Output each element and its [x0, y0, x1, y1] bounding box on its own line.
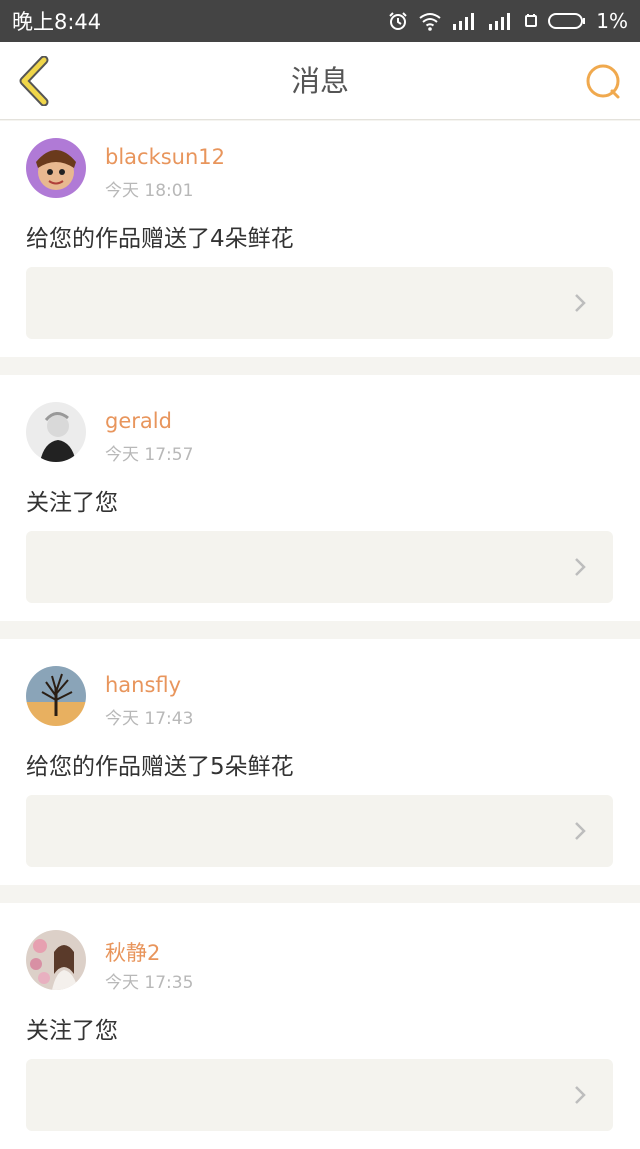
- message-card: blacksun12 今天 18:01 给您的作品赠送了4朵鲜花: [0, 121, 640, 357]
- message-time: 今天 18:01: [105, 181, 194, 201]
- message-time: 今天 17:57: [105, 445, 194, 465]
- status-icons: 1%: [388, 9, 628, 33]
- message-text: 关注了您: [26, 1018, 118, 1044]
- username[interactable]: gerald: [105, 409, 172, 433]
- message-card: hansfly 今天 17:43 给您的作品赠送了5朵鲜花: [0, 639, 640, 885]
- message-card: 秋静2 今天 17:35 关注了您: [0, 903, 640, 1149]
- chevron-right-icon: [575, 822, 586, 840]
- message-card: gerald 今天 17:57 关注了您: [0, 375, 640, 621]
- back-button[interactable]: [14, 55, 54, 107]
- portrait-avatar[interactable]: [26, 402, 86, 462]
- battery-percent: 1%: [596, 9, 628, 33]
- username[interactable]: blacksun12: [105, 145, 225, 169]
- status-bar: 晚上8:44 1%: [0, 0, 640, 42]
- status-time: 晚上8:44: [12, 10, 102, 34]
- message-list: blacksun12 今天 18:01 给您的作品赠送了4朵鲜花 gerald …: [0, 121, 640, 1149]
- message-text: 关注了您: [26, 490, 118, 516]
- username[interactable]: 秋静2: [105, 937, 160, 967]
- nav-bar: 消息: [0, 42, 640, 120]
- chevron-right-icon: [575, 1086, 586, 1104]
- chevron-right-icon: [575, 558, 586, 576]
- search-button[interactable]: [584, 62, 624, 102]
- tree-avatar[interactable]: [26, 666, 86, 726]
- message-time: 今天 17:43: [105, 709, 194, 729]
- attachment-link[interactable]: [26, 795, 613, 867]
- attachment-link[interactable]: [26, 267, 613, 339]
- chevron-left-icon: [19, 55, 49, 107]
- message-text: 给您的作品赠送了5朵鲜花: [26, 754, 294, 780]
- signal-icon: [488, 12, 514, 30]
- attachment-link[interactable]: [26, 1059, 613, 1131]
- signal-icon: [452, 12, 478, 30]
- message-text: 给您的作品赠送了4朵鲜花: [26, 226, 294, 252]
- alarm-icon: [388, 11, 408, 31]
- cartoon-avatar[interactable]: [26, 138, 86, 198]
- battery-icon: [548, 12, 586, 30]
- android-icon: [524, 12, 538, 30]
- attachment-link[interactable]: [26, 531, 613, 603]
- page-title: 消息: [290, 64, 349, 98]
- username[interactable]: hansfly: [105, 673, 181, 697]
- chevron-right-icon: [575, 294, 586, 312]
- flower-girl-avatar[interactable]: [26, 930, 86, 990]
- wifi-icon: [418, 11, 442, 31]
- search-icon: [586, 64, 620, 99]
- message-time: 今天 17:35: [105, 973, 194, 993]
